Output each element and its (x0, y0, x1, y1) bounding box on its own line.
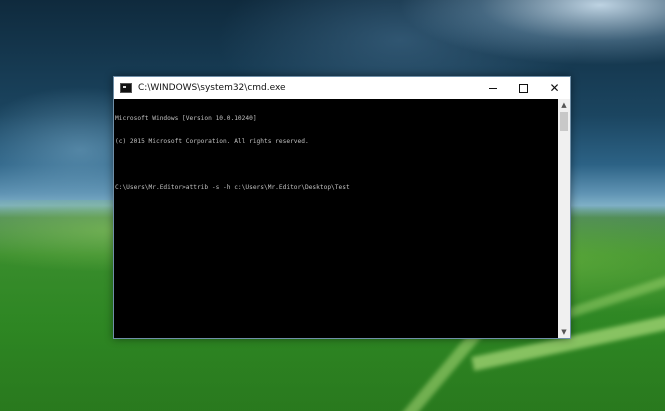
window-title: C:\WINDOWS\system32\cmd.exe (138, 83, 286, 93)
chevron-down-icon: ▼ (561, 328, 567, 336)
scrollbar-thumb[interactable] (560, 112, 568, 131)
console-output[interactable]: Microsoft Windows [Version 10.0.10240] (… (114, 99, 558, 338)
close-icon: ✕ (549, 81, 560, 95)
chevron-up-icon: ▲ (561, 101, 567, 109)
scroll-down-button[interactable]: ▼ (558, 326, 570, 338)
console-line: C:\Users\Mr.Editor>attrib -s -h c:\Users… (115, 183, 350, 191)
maximize-button[interactable] (508, 77, 539, 99)
scroll-up-button[interactable]: ▲ (558, 99, 570, 111)
title-bar[interactable]: C:\WINDOWS\system32\cmd.exe ✕ (114, 77, 570, 99)
vertical-scrollbar[interactable]: ▲ ▼ (558, 99, 570, 338)
minimize-button[interactable] (477, 77, 508, 99)
minimize-icon (488, 87, 497, 89)
maximize-icon (519, 83, 528, 93)
cmd-window[interactable]: C:\WINDOWS\system32\cmd.exe ✕ Microsoft … (113, 76, 571, 339)
console-line: (c) 2015 Microsoft Corporation. All righ… (115, 137, 309, 145)
close-button[interactable]: ✕ (539, 77, 570, 99)
console-line: Microsoft Windows [Version 10.0.10240] (115, 115, 257, 123)
cmd-icon[interactable] (120, 83, 132, 93)
window-controls: ✕ (477, 77, 570, 99)
